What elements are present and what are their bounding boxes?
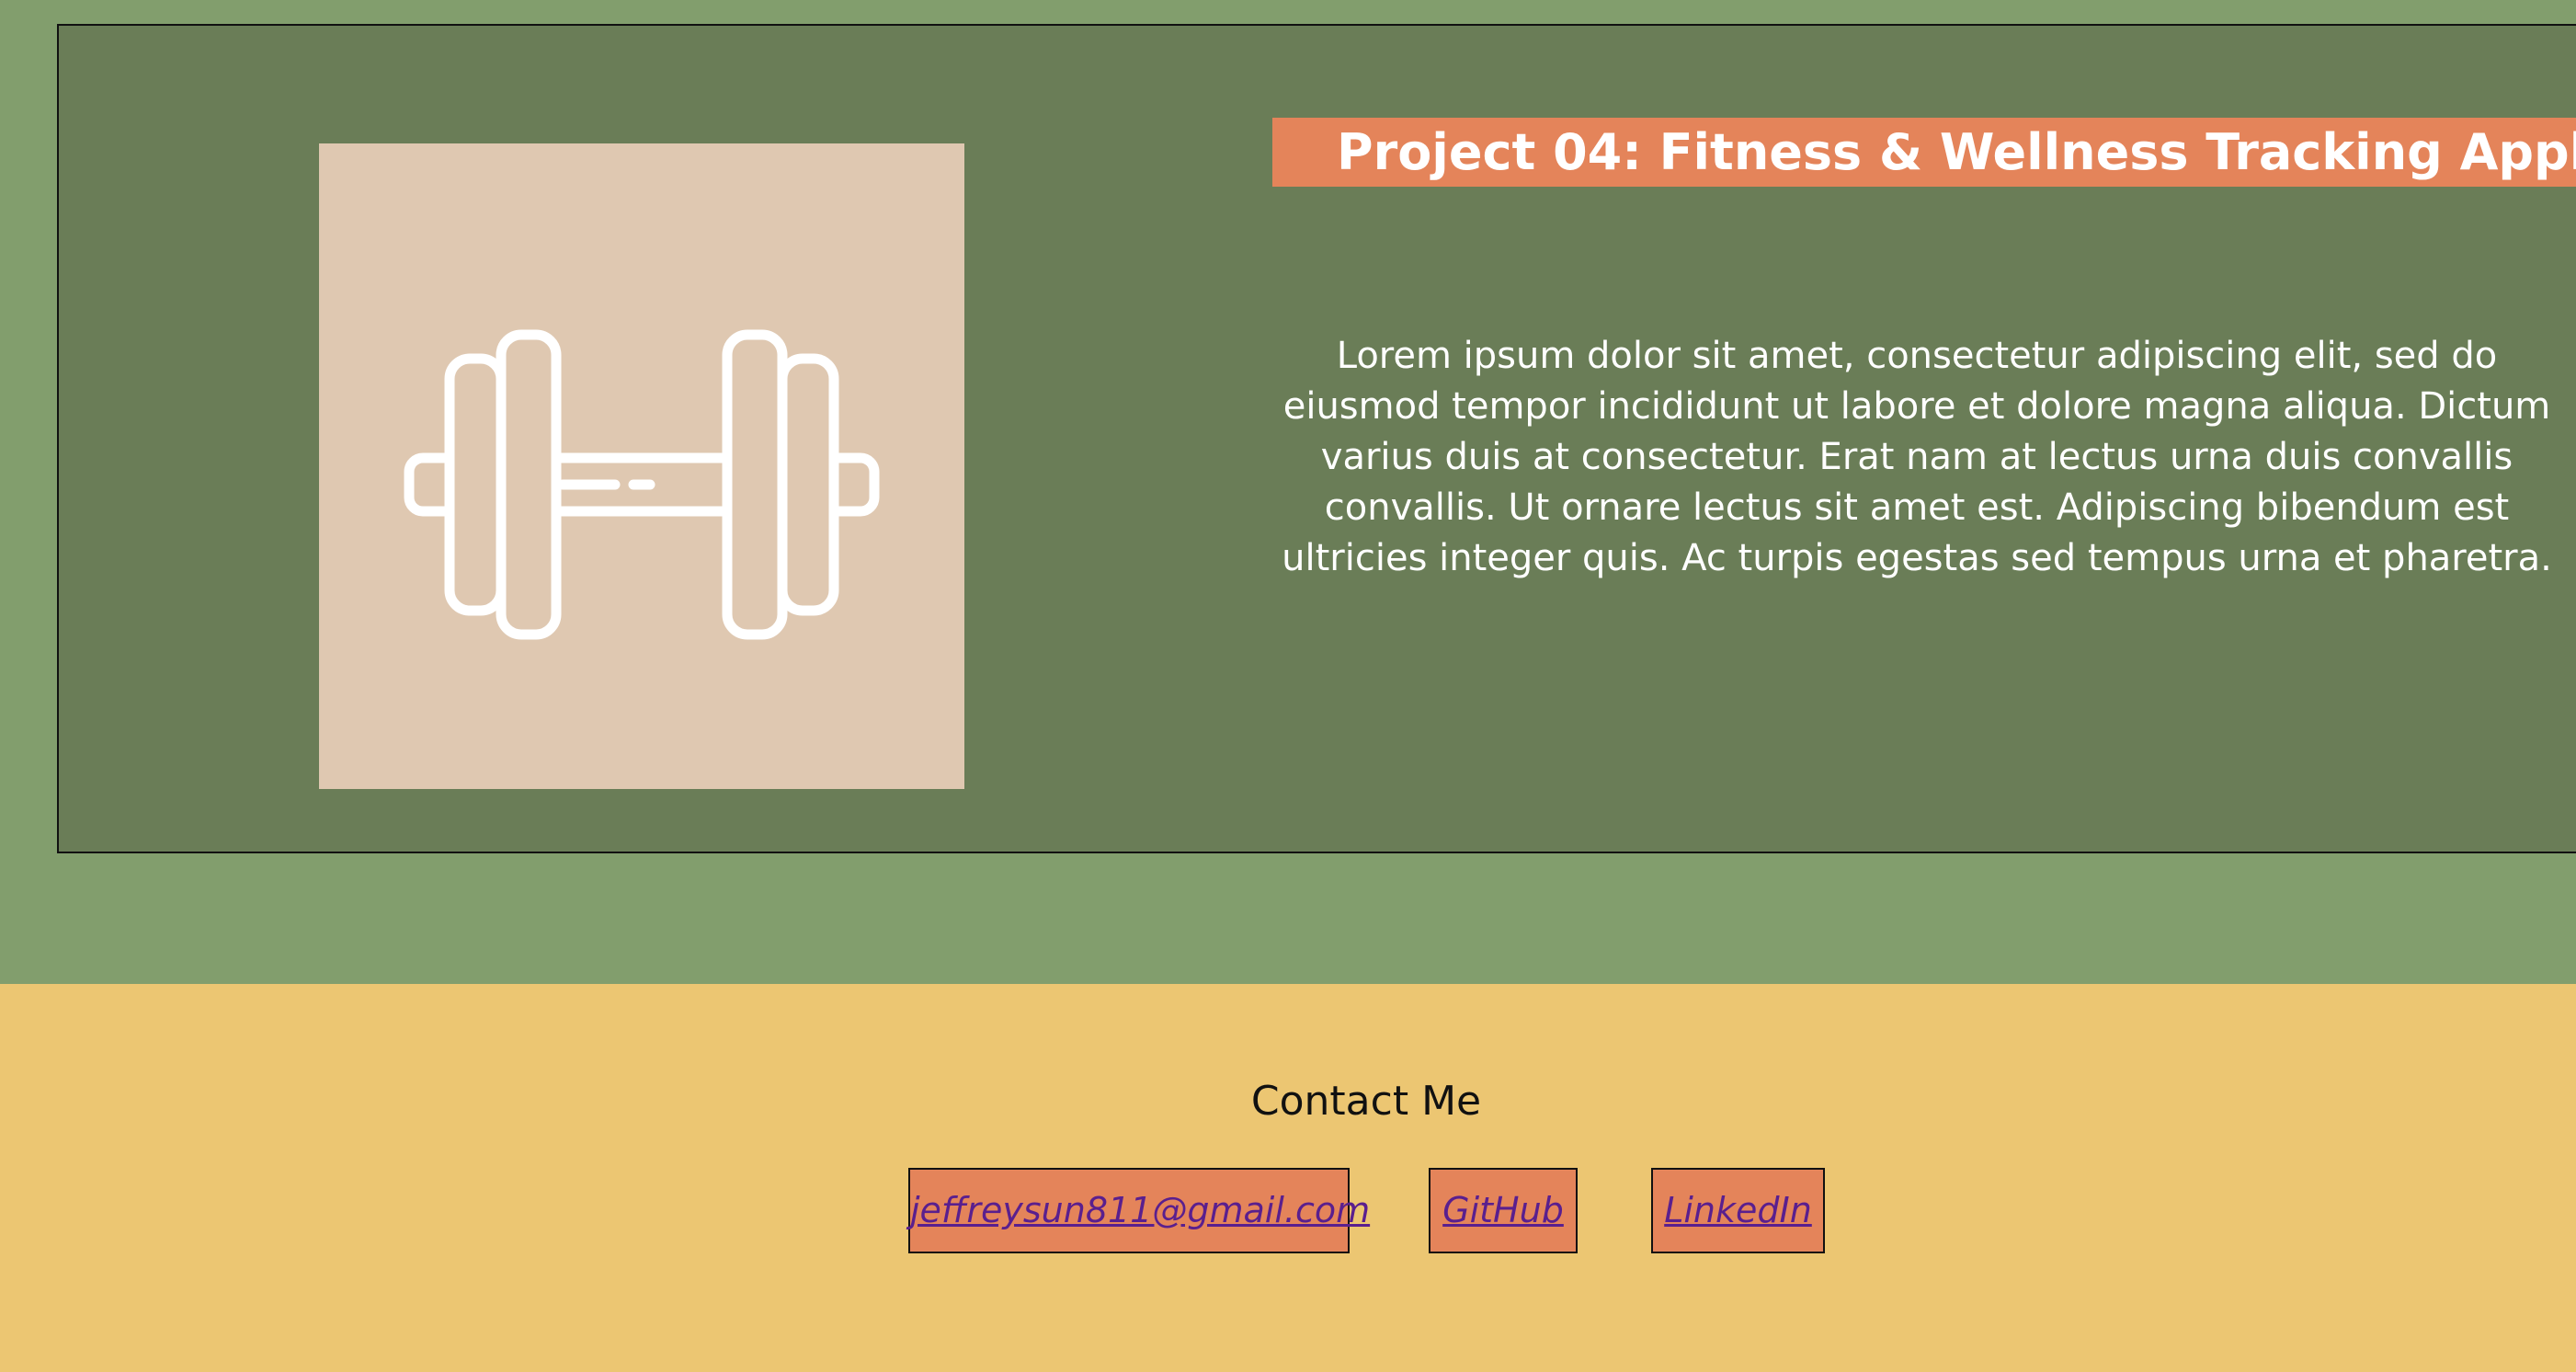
page: Project 04: Fitness & Wellness Tracking …: [0, 0, 2576, 1372]
linkedin-link[interactable]: LinkedIn: [1651, 1168, 1825, 1253]
contact-heading: Contact Me: [1250, 1078, 1482, 1125]
project-image: [319, 143, 964, 789]
email-link[interactable]: jeffreysun811@gmail.com: [908, 1168, 1370, 1253]
github-link[interactable]: GitHub: [1429, 1168, 1578, 1253]
dumbbell-icon: [404, 329, 880, 640]
project-title: Project 04: Fitness & Wellness Tracking …: [1272, 118, 2576, 187]
project-description: Lorem ipsum dolor sit amet, consectetur …: [1282, 335, 2552, 579]
